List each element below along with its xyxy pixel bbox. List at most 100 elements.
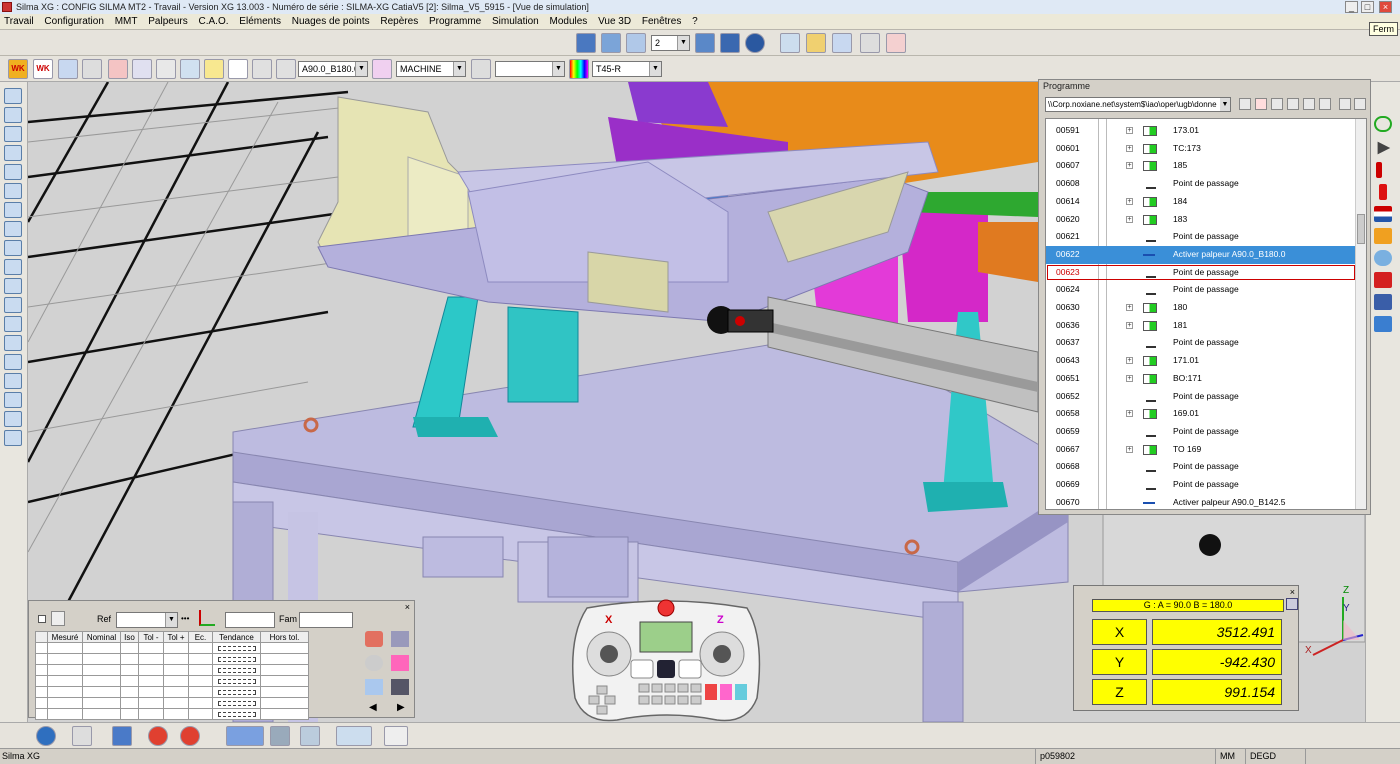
probe-combo[interactable]: A90.0_B180.0 ▼: [298, 61, 368, 77]
expand-icon[interactable]: +: [1126, 304, 1133, 311]
sphere-icon[interactable]: [4, 202, 22, 218]
expand-icon[interactable]: +: [1126, 321, 1133, 329]
zoom-icon[interactable]: [1374, 250, 1392, 266]
cut-icon[interactable]: [1255, 98, 1267, 110]
machine-combo[interactable]: MACHINE ▼: [396, 61, 466, 77]
wk-icon[interactable]: WK: [8, 59, 28, 79]
tree-icon[interactable]: [1287, 98, 1299, 110]
start-icon[interactable]: [1374, 116, 1392, 132]
rect-hole-icon[interactable]: [4, 335, 22, 351]
crosshair-icon[interactable]: [4, 430, 22, 446]
layout-icon[interactable]: [336, 726, 372, 746]
view-combo[interactable]: 2 ▼: [651, 35, 690, 51]
program-row[interactable]: 00630 +180: [1046, 299, 1356, 317]
panel-minimize-icon[interactable]: [1339, 98, 1351, 110]
bucket-tool-icon[interactable]: [365, 631, 383, 647]
program-path-combo[interactable]: \\Corp.noxiane.net\system$\iao\oper\ugb\…: [1045, 97, 1231, 112]
minimize-icon[interactable]: _: [1345, 1, 1358, 13]
column-header[interactable]: Nominal: [82, 631, 121, 643]
machine-icon[interactable]: [372, 59, 392, 79]
zoom-out-icon[interactable]: [180, 726, 200, 746]
menu-simulation[interactable]: Simulation: [488, 14, 543, 30]
view-rotate-icon[interactable]: [745, 33, 765, 53]
program-row[interactable]: 00636 +181: [1046, 317, 1356, 335]
menu-fenetres[interactable]: Fenêtres: [638, 14, 685, 30]
program-row[interactable]: 00668 Point de passage: [1046, 458, 1356, 476]
program-list[interactable]: 00591 +173.01 00601 + TC:173 00607 +185 00608 Po…: [1045, 118, 1367, 510]
probe-icon[interactable]: [276, 59, 296, 79]
menu-nuages[interactable]: Nuages de points: [288, 14, 374, 30]
cylinder-icon[interactable]: [4, 221, 22, 237]
stylus-icon[interactable]: [252, 59, 272, 79]
camera-icon[interactable]: [780, 33, 800, 53]
pencil-icon[interactable]: [391, 679, 409, 695]
column-header[interactable]: Iso: [120, 631, 139, 643]
expand-icon[interactable]: +: [1126, 162, 1133, 170]
menu-help[interactable]: ?: [688, 14, 702, 30]
tool-combo[interactable]: T45-R ▼: [592, 61, 662, 77]
panel-maximize-icon[interactable]: [1354, 98, 1366, 110]
column-header[interactable]: Tol +: [163, 631, 189, 643]
table-row[interactable]: [35, 653, 309, 665]
program-row[interactable]: 00614 +184: [1046, 193, 1356, 211]
more-dots[interactable]: •••: [181, 614, 189, 623]
flag-tool-icon[interactable]: [391, 655, 409, 671]
column-header[interactable]: Mesuré: [47, 631, 83, 643]
export-icon[interactable]: [1374, 316, 1392, 332]
path-icon[interactable]: [156, 59, 176, 79]
brush-icon[interactable]: [1271, 98, 1283, 110]
play-icon[interactable]: [1377, 141, 1391, 155]
grid-icon[interactable]: [180, 59, 200, 79]
binoculars-icon[interactable]: [1303, 98, 1315, 110]
scroll-thumb[interactable]: [1357, 214, 1365, 244]
camera-tool-icon[interactable]: [471, 59, 491, 79]
program-row[interactable]: 00658 +169.01: [1046, 405, 1356, 423]
table-row[interactable]: [35, 697, 309, 709]
view-points-icon[interactable]: [626, 33, 646, 53]
close-icon[interactable]: ×: [1379, 1, 1392, 13]
expand-icon[interactable]: +: [1126, 215, 1133, 223]
globe-icon[interactable]: [36, 726, 56, 746]
fit-icon[interactable]: [112, 726, 132, 746]
expand-icon[interactable]: +: [1126, 127, 1133, 134]
fam-field[interactable]: [299, 612, 353, 628]
slot-icon[interactable]: [4, 297, 22, 313]
view-wire-icon[interactable]: [601, 33, 621, 53]
polygon-icon[interactable]: [4, 373, 22, 389]
table-icon[interactable]: [51, 611, 65, 626]
table-row[interactable]: [35, 675, 309, 687]
empty-combo[interactable]: ▼: [495, 61, 565, 77]
menu-reperes[interactable]: Repères: [376, 14, 422, 30]
copy-icon[interactable]: [1239, 98, 1251, 110]
program-row[interactable]: 00670 Activer palpeur A90.0_B142.5: [1046, 494, 1356, 509]
color-map-icon[interactable]: [569, 59, 589, 79]
program-row[interactable]: 00621 Point de passage: [1046, 228, 1356, 246]
program-scrollbar[interactable]: [1355, 119, 1366, 509]
menu-vue3d[interactable]: Vue 3D: [594, 14, 635, 30]
bucket-icon[interactable]: [1374, 272, 1392, 288]
undo-icon[interactable]: [1319, 98, 1331, 110]
ellipse-icon[interactable]: [4, 164, 22, 180]
menu-configuration[interactable]: Configuration: [40, 14, 107, 30]
pause-icon[interactable]: [1376, 162, 1382, 178]
expand-icon[interactable]: +: [1126, 144, 1133, 152]
search-icon[interactable]: [365, 655, 383, 671]
column-header[interactable]: Ec.: [188, 631, 213, 643]
folder-edit-icon[interactable]: [204, 59, 224, 79]
menu-programme[interactable]: Programme: [425, 14, 485, 30]
expand-icon[interactable]: +: [1126, 197, 1133, 205]
meas-close-icon[interactable]: ×: [405, 602, 410, 612]
program-row[interactable]: 00607 +185: [1046, 157, 1356, 175]
diamond-icon[interactable]: [4, 392, 22, 408]
table-row[interactable]: [35, 708, 309, 720]
stop-icon[interactable]: [1379, 184, 1387, 200]
prev-arrow-icon[interactable]: ◀: [369, 702, 377, 713]
program-row[interactable]: 00608 Point de passage: [1046, 175, 1356, 193]
menu-elements[interactable]: Eléments: [235, 14, 285, 30]
cone-icon[interactable]: [4, 240, 22, 256]
rotate-left-icon[interactable]: [270, 726, 290, 746]
plane-icon[interactable]: [4, 183, 22, 199]
torus-icon[interactable]: [4, 278, 22, 294]
program-row[interactable]: 00622 Activer palpeur A90.0_B180.0: [1046, 245, 1356, 264]
program-row[interactable]: 00601 + TC:173: [1046, 140, 1356, 158]
